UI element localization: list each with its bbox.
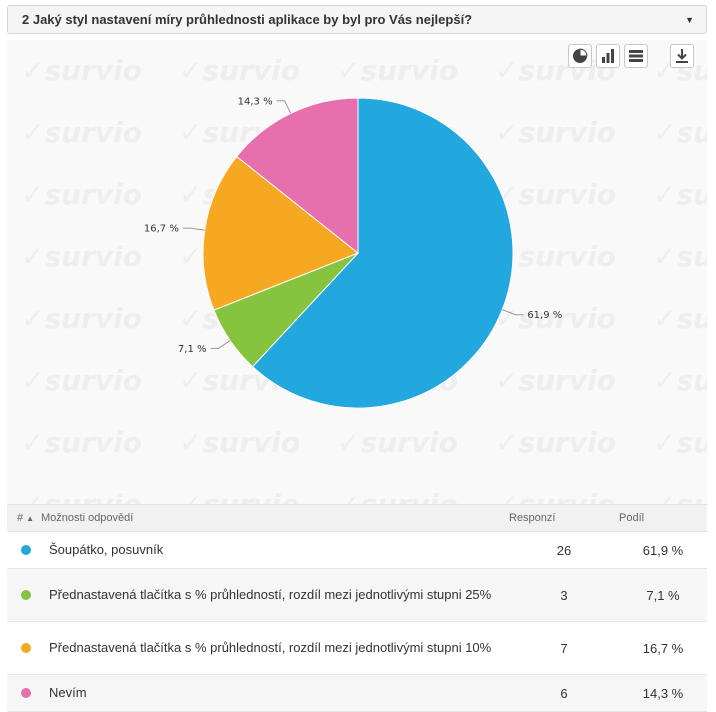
option-label: Nevím [49,685,87,700]
bar-chart-icon [602,49,614,63]
sort-ascending-icon: ▲ [26,514,35,523]
chart-type-toolbar [568,44,648,68]
pie-slice-label: 14,3 % [238,96,273,107]
row-color-cell [7,622,41,675]
column-header-share[interactable]: Podíl [619,505,707,532]
pie-slice-label: 16,7 % [144,224,179,235]
pie-label-leader-line [502,309,524,316]
pie-label-leader-line [210,340,231,349]
row-color-cell [7,532,41,569]
table-row: Šoupátko, posuvník 26 61,9 % [7,532,707,569]
response-count: 7 [560,640,568,656]
table-row: Přednastavená tlačítka s % průhledností,… [7,622,707,675]
row-color-cell [7,675,41,712]
column-header-responses[interactable]: Responzí [509,505,619,532]
pie-label-leader-line [276,100,292,114]
column-header-number[interactable]: # ▲ [7,505,41,532]
table-row: Přednastavená tlačítka s % průhledností,… [7,568,707,622]
response-count: 6 [560,685,568,701]
option-label: Přednastavená tlačítka s % průhledností,… [49,587,492,602]
series-color-dot [21,544,31,555]
pie-chart: 61,9 % 7,1 % 16,7 % 14,3 % [144,96,562,409]
table-row: Nevím 6 14,3 % [7,674,707,712]
series-color-dot [21,589,31,600]
series-color-dot [21,687,31,698]
series-color-dot [21,642,31,653]
pie-chart-icon [573,48,588,63]
pie-slice-label: 7,1 % [178,344,207,355]
response-share: 61,9 % [642,542,684,558]
question-title: 2 Jaký styl nastavení míry průhlednosti … [22,12,473,27]
row-color-cell [7,569,41,622]
table-view-button[interactable] [624,44,648,68]
download-icon [676,49,688,63]
table-icon [629,50,643,62]
bar-chart-button[interactable] [596,44,620,68]
option-label: Šoupátko, posuvník [49,542,164,557]
response-share: 7,1 % [646,587,680,603]
pie-chart-button[interactable] [568,44,592,68]
pie-slice-label: 61,9 % [527,310,562,321]
table-header-row: # ▲ Možnosti odpovědí Responzí Podíl [7,504,707,532]
response-share: 14,3 % [642,685,684,701]
results-table: # ▲ Možnosti odpovědí Responzí Podíl Šoup… [7,504,707,712]
column-header-option[interactable]: Možnosti odpovědí [41,505,509,532]
question-header[interactable]: 2 Jaký styl nastavení míry průhlednosti … [7,5,707,34]
caret-down-icon[interactable]: ▼ [685,15,694,25]
download-button[interactable] [670,44,694,68]
response-count: 3 [560,587,568,603]
pie-label-leader-line [182,227,205,231]
response-count: 26 [556,542,572,558]
option-label: Přednastavená tlačítka s % průhledností,… [49,640,492,655]
response-share: 16,7 % [642,640,684,656]
